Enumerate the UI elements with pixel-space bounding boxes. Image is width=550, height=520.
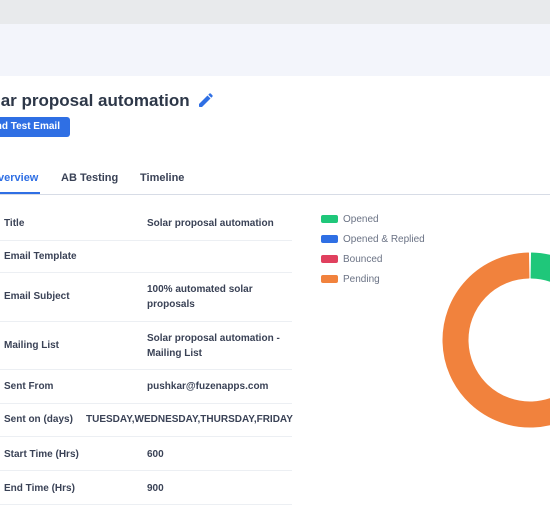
row-label: Email Template (4, 251, 77, 262)
legend-item-bounced[interactable]: Bounced (321, 249, 425, 269)
tab-ab-testing[interactable]: AB Testing (61, 172, 118, 184)
send-test-email-button[interactable]: nd Test Email (0, 117, 70, 137)
legend-label: Bounced (343, 253, 383, 265)
chart-legend: Opened Opened & Replied Bounced Pending (321, 209, 425, 289)
tab-overview[interactable]: verview (0, 172, 38, 184)
table-row: Sent on (days) TUESDAY,WEDNESDAY,THURSDA… (0, 403, 293, 437)
table-row: Title Solar proposal automation (0, 206, 292, 241)
row-label: Title (4, 218, 25, 229)
table-row: Start Time (Hrs) 600 (0, 436, 292, 471)
table-row: End Time (Hrs) 900 (0, 470, 292, 505)
legend-label: Opened (343, 213, 379, 225)
row-value: Solar proposal automation - Mailing List (147, 333, 280, 359)
row-value: Solar proposal automation (147, 218, 274, 229)
tab-timeline[interactable]: Timeline (140, 172, 184, 184)
campaign-title: lar proposal automation (0, 91, 190, 110)
donut-chart-container (440, 250, 550, 430)
row-value: 100% automated solar proposals (147, 284, 253, 310)
table-row: Email Template (0, 240, 292, 273)
donut-chart (442, 252, 550, 428)
table-row: Mailing List Solar proposal automation -… (0, 321, 292, 370)
top-bar (0, 0, 550, 24)
legend-label: Pending (343, 273, 380, 285)
donut-slice-pending[interactable] (442, 252, 550, 428)
donut-slice-opened[interactable] (530, 252, 550, 327)
row-value: 600 (147, 449, 164, 460)
legend-item-pending[interactable]: Pending (321, 269, 425, 289)
legend-swatch (321, 275, 338, 283)
row-value: 900 (147, 483, 164, 494)
row-value: TUESDAY,WEDNESDAY,THURSDAY,FRIDAY (86, 414, 293, 425)
active-tab-indicator (0, 192, 40, 194)
row-value: pushkar@fuzenapps.com (147, 381, 269, 392)
tab-bar: verview AB Testing Timeline (0, 168, 550, 195)
pencil-icon[interactable] (196, 92, 214, 110)
page-title: lar proposal automation (0, 88, 214, 114)
row-label: Sent From (4, 381, 54, 392)
sub-header-bar (0, 24, 550, 76)
legend-swatch (321, 215, 338, 223)
legend-label: Opened & Replied (343, 233, 425, 245)
legend-swatch (321, 255, 338, 263)
row-label: Email Subject (4, 291, 70, 302)
row-label: Mailing List (4, 340, 59, 351)
table-row: Sent From pushkar@fuzenapps.com (0, 369, 292, 404)
legend-item-opened-replied[interactable]: Opened & Replied (321, 229, 425, 249)
row-label: Sent on (days) (4, 414, 73, 425)
table-row: Email Subject 100% automated solar propo… (0, 272, 292, 322)
legend-swatch (321, 235, 338, 243)
row-label: Start Time (Hrs) (4, 449, 79, 460)
legend-item-opened[interactable]: Opened (321, 209, 425, 229)
row-label: End Time (Hrs) (4, 483, 75, 494)
